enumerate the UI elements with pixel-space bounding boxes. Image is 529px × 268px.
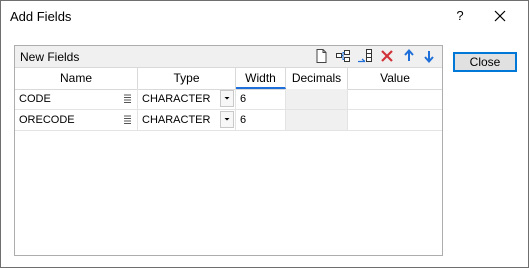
field-name: CODE: [19, 93, 51, 105]
new-document-icon[interactable]: [312, 47, 330, 65]
move-up-icon[interactable]: [400, 47, 418, 65]
column-header-name[interactable]: Name: [15, 68, 138, 89]
field-decimals-cell[interactable]: [286, 89, 348, 109]
help-button[interactable]: ?: [448, 5, 472, 27]
dialog-title: Add Fields: [10, 9, 72, 24]
field-name-cell[interactable]: ORECODE: [15, 110, 138, 130]
column-header-width[interactable]: Width: [236, 68, 286, 89]
table-row: CODE CHARACTER 6: [15, 89, 442, 110]
delete-icon[interactable]: [378, 47, 396, 65]
field-value-cell[interactable]: [348, 110, 442, 130]
field-name-cell[interactable]: CODE: [15, 89, 138, 109]
column-header-value[interactable]: Value: [348, 68, 442, 89]
move-down-icon[interactable]: [420, 47, 438, 65]
panel-title: New Fields: [20, 50, 80, 64]
field-name: ORECODE: [19, 114, 75, 126]
close-icon: [494, 10, 506, 22]
column-header-type[interactable]: Type: [138, 68, 236, 89]
field-decimals-cell[interactable]: [286, 110, 348, 130]
column-header-decimals[interactable]: Decimals: [286, 68, 348, 89]
table-row: ORECODE CHARACTER 6: [15, 110, 442, 131]
type-dropdown-button[interactable]: [220, 111, 234, 128]
close-button[interactable]: Close: [453, 52, 517, 72]
field-width-cell[interactable]: 6: [236, 110, 286, 130]
dropdown-arrow-icon: [224, 118, 230, 121]
field-value-cell[interactable]: [348, 89, 442, 109]
insert-field-icon[interactable]: [334, 47, 352, 65]
field-type-cell[interactable]: CHARACTER: [138, 89, 236, 109]
field-type-cell[interactable]: CHARACTER: [138, 110, 236, 130]
title-bar: Add Fields ?: [1, 1, 528, 31]
menu-lines-icon[interactable]: [124, 94, 131, 103]
menu-lines-icon[interactable]: [124, 115, 131, 124]
close-window-button[interactable]: [488, 5, 512, 27]
field-type: CHARACTER: [142, 114, 211, 126]
field-type: CHARACTER: [142, 93, 211, 105]
add-fields-dialog: Add Fields ? New Fields Name Type Width …: [0, 0, 529, 268]
field-width-cell[interactable]: 6: [236, 89, 286, 109]
type-dropdown-button[interactable]: [220, 90, 234, 107]
add-field-icon[interactable]: [356, 47, 374, 65]
new-fields-panel: New Fields Name Type Width Decimals Valu…: [14, 45, 443, 256]
panel-header: New Fields: [15, 46, 442, 68]
dropdown-arrow-icon: [224, 97, 230, 100]
grid-header: Name Type Width Decimals Value: [15, 68, 442, 90]
